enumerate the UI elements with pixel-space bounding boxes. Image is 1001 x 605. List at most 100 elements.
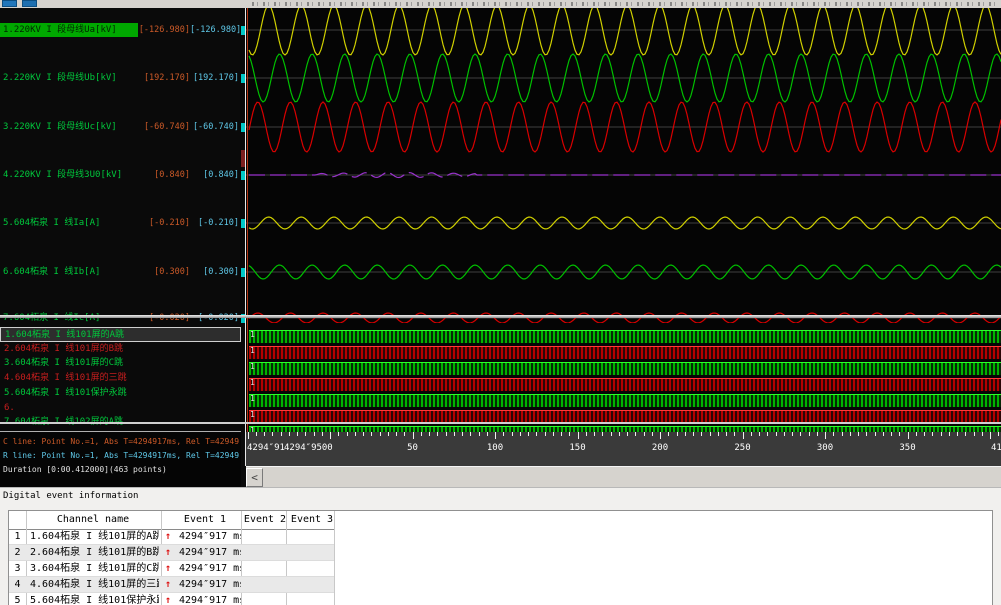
axis-tick [553,432,554,436]
col-header-event1: Event 1 [184,511,226,529]
axis-tick [380,432,381,436]
scrollbar-left-arrow[interactable]: < [246,468,263,487]
rising-edge-icon: ↑ [165,529,171,545]
zero-level-marker [241,26,245,35]
axis-tick [817,432,818,436]
c-cursor-value: [-0.210] [138,218,190,228]
axis-tick [289,432,290,436]
axis-tick [866,432,867,436]
axis-edge-label-2: 4294″950 [284,443,327,453]
analog-channel-label: 5.604柘泉 I 线Ia[A] [0,216,138,230]
rising-edge-icon: ↑ [165,545,171,561]
digital-trace-2: 1 [249,346,1001,359]
analog-channel-row-7[interactable]: 7.604柘泉 I 线Ic[A][-0.020][-0.020] [0,311,241,325]
axis-tick [264,432,265,436]
analog-channel-label: 7.604柘泉 I 线Ic[A] [0,311,138,325]
analog-channel-row-3[interactable]: 3.220KV I 段母线Uc[kV][-60.740][-60.740] [0,120,241,134]
c-cursor-line[interactable] [247,8,248,432]
cursor-status-panel: C line: Point No.=1, Abs T=4294917ms, Re… [0,431,241,487]
axis-major-label: 250 [734,443,750,453]
axis-right-clipped-label: 41 [991,443,1001,453]
analog-digital-separator[interactable] [0,315,1001,318]
axis-major-label: 350 [899,443,915,453]
axis-tick [908,432,909,439]
axis-tick [842,432,843,436]
event-channel-name: 5.604柘泉 I 线101保护永跳 [30,593,159,605]
axis-tick [792,432,793,436]
digital-channel-row-5[interactable]: 5.604柘泉 I 线101保护永跳 [0,386,241,401]
digital-state-label: 1 [250,410,255,419]
axis-tick [421,432,422,436]
digital-channel-row-4[interactable]: 4.604柘泉 I 线101屏的三跳 [0,371,241,386]
axis-tick [644,432,645,436]
time-axis: 4294″914294″95005010015020025030035041 [246,432,1001,466]
zero-level-marker [241,171,245,180]
analog-channel-label: 2.220KV I 段母线Ub[kV] [0,71,138,85]
axis-tick [677,432,678,436]
c-cursor-value: [192.170] [138,73,190,83]
axis-tick [396,432,397,436]
axis-tick [330,432,331,439]
axis-tick [751,432,752,436]
zero-level-marker [241,74,245,83]
axis-tick [281,432,282,436]
digital-channel-row-1[interactable]: 1.604柘泉 I 线101屏的A跳 [0,327,241,342]
axis-tick [660,432,661,439]
horizontal-scrollbar[interactable]: < [246,466,1001,487]
r-line-status: R line: Point No.=1, Abs T=4294917ms, Re… [3,449,241,463]
axis-tick [734,432,735,436]
axis-tick [536,432,537,436]
digital-channel-row-6[interactable]: 6. [0,401,241,416]
axis-tick [429,432,430,436]
axis-major-label: 300 [817,443,833,453]
analog-channel-label: 4.220KV I 段母线3U0[kV] [0,168,138,182]
event-table-row-5[interactable]: 55.604柘泉 I 线101保护永跳↑4294″917 ms [9,593,992,605]
axis-tick [916,432,917,436]
analog-channel-row-1[interactable]: 1.220KV I 段母线Ua[kV][-126.980][-126.980] [0,23,241,37]
analog-channel-row-4[interactable]: 4.220KV I 段母线3U0[kV][0.840][0.840] [0,168,241,182]
toolbar-icon-2[interactable] [22,0,37,7]
analog-channel-row-2[interactable]: 2.220KV I 段母线Ub[kV][192.170][192.170] [0,71,241,85]
axis-tick [561,432,562,436]
row-number: 3 [9,561,26,577]
c-cursor-value: [0.840] [138,170,190,180]
digital-trace-4: 1 [249,378,1001,391]
rising-edge-icon: ↑ [165,593,171,605]
axis-tick [446,432,447,436]
digital-channel-row-2[interactable]: 2.604柘泉 I 线101屏的B跳 [0,342,241,357]
event-table-row-3[interactable]: 33.604柘泉 I 线101屏的C跳↑4294″917 ms [9,561,992,577]
axis-tick [619,432,620,436]
duration-status: Duration [0:00.412000](463 points) [3,463,241,477]
clipped-title-text [252,2,998,6]
event-channel-name: 1.604柘泉 I 线101屏的A跳 [30,529,159,545]
axis-tick [520,432,521,436]
r-cursor-value: [-126.980] [190,25,241,35]
event-table-row-2[interactable]: 22.604柘泉 I 线101屏的B跳↑4294″917 ms [9,545,992,561]
axis-tick [611,432,612,436]
axis-tick [503,432,504,436]
axis-tick [347,432,348,436]
digital-event-section: Digital event information Channel name E… [0,487,1001,605]
event-table-row-4[interactable]: 44.604柘泉 I 线101屏的三跳↑4294″917 ms [9,577,992,593]
analog-channel-row-6[interactable]: 6.604柘泉 I 线Ib[A][0.300][0.300] [0,265,241,279]
axis-tick [454,432,455,436]
rising-edge-icon: ↑ [165,561,171,577]
event-table-row-1[interactable]: 11.604柘泉 I 线101屏的A跳 ↑ 4294″917 ms [9,529,992,545]
r-cursor-value: [0.300] [190,267,241,277]
axis-tick [974,432,975,436]
digital-channel-row-3[interactable]: 3.604柘泉 I 线101屏的C跳 [0,356,241,371]
row-number: 1 [9,529,26,545]
analog-channel-row-5[interactable]: 5.604柘泉 I 线Ia[A][-0.210][-0.210] [0,216,241,230]
axis-tick [776,432,777,436]
analog-channel-label: 6.604柘泉 I 线Ib[A] [0,265,138,279]
axis-tick [767,432,768,436]
digital-event-title: Digital event information [3,491,138,501]
event-channel-name: 2.604柘泉 I 线101屏的B跳 [30,545,159,561]
row-number: 4 [9,577,26,593]
toolbar-icon-1[interactable] [2,0,17,7]
event1-time: 4294″917 ms [179,529,241,545]
axis-tick [512,432,513,436]
axis-tick [726,432,727,436]
axis-major-label: 150 [569,443,585,453]
waveform-display-area[interactable]: 1111111 4294″914294″95005010015020025030… [246,8,1001,466]
